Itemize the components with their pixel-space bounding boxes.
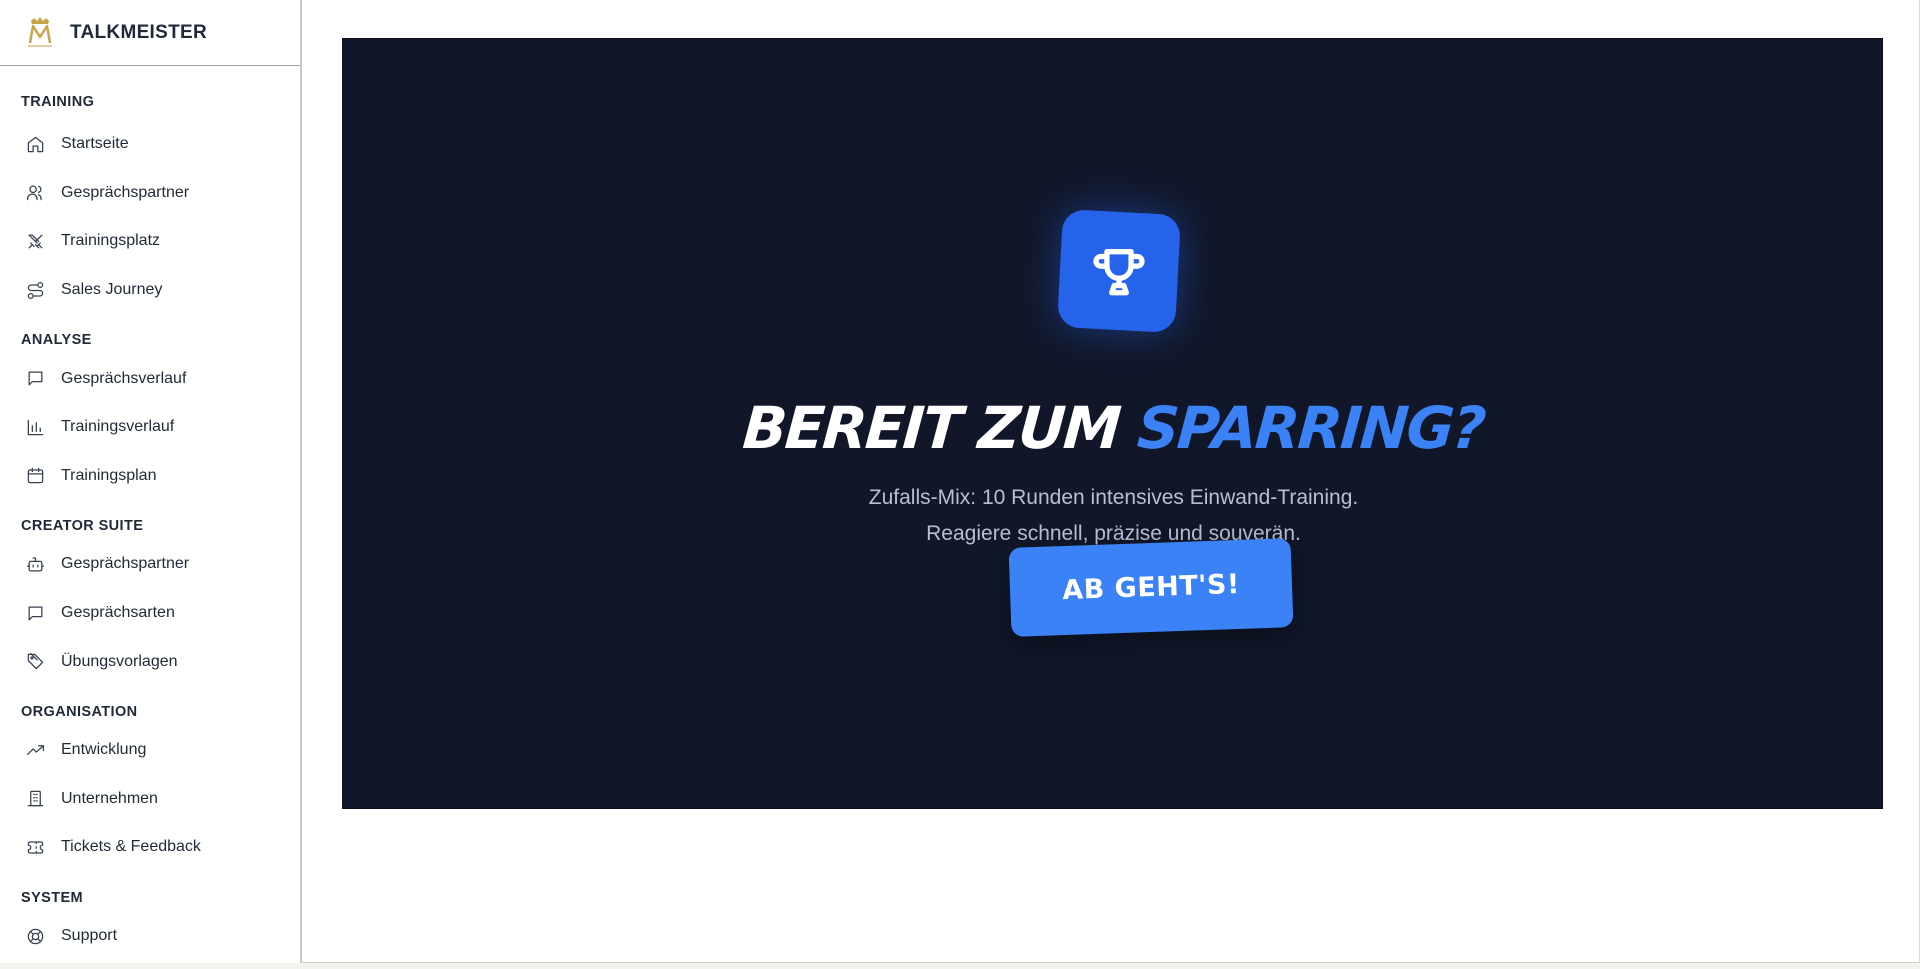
ticket-icon	[27, 841, 44, 854]
trophy-badge	[1056, 208, 1182, 334]
section-title-analyse: ANALYSE	[21, 332, 92, 349]
sidebar-item-support[interactable]: Support	[0, 912, 300, 961]
sidebar-item-label: Gesprächsverlauf	[61, 369, 187, 387]
section-title-training: TRAINING	[21, 94, 95, 110]
message-icon	[28, 606, 43, 621]
route-icon	[27, 281, 44, 299]
sidebar-item-startseite[interactable]: Startseite	[0, 120, 300, 169]
crown-m-logo	[28, 16, 52, 46]
sidebar-item-label: Tickets & Feedback	[61, 838, 201, 856]
sidebar-item-label: Sales Journey	[61, 281, 163, 299]
sidebar-item-label: Gesprächspartner	[61, 183, 190, 201]
sidebar-item-label: Gesprächspartner	[61, 555, 190, 573]
sidebar-item-label: Trainingsverlauf	[61, 418, 175, 436]
start-sparring-button[interactable]: AB GEHT'S!	[1008, 538, 1294, 637]
sidebar-item-label: Gesprächsarten	[61, 604, 175, 622]
sidebar-item-gespraechsarten[interactable]: Gesprächsarten	[0, 589, 300, 638]
sidebar-item-entwicklung[interactable]: Entwicklung	[0, 726, 300, 775]
brand-name: TALKMEISTER	[70, 21, 207, 43]
headline-part-2: SPARRING?	[1135, 394, 1487, 462]
section-title-creator-suite: CREATOR SUITE	[21, 518, 144, 535]
home-icon	[27, 136, 44, 153]
sidebar: TALKMEISTER TRAINING Startseite Gespräch…	[0, 0, 302, 963]
message-icon	[28, 371, 43, 386]
app-window: TALKMEISTER TRAINING Startseite Gespräch…	[0, 0, 1920, 963]
calendar-icon	[27, 468, 44, 484]
sidebar-nav: TRAINING Startseite Gesprächspartner Tra…	[0, 66, 300, 960]
building-icon	[27, 791, 44, 807]
sidebar-item-gespraechspartner-creator[interactable]: Gesprächspartner	[0, 540, 300, 589]
hero-description-line-1: Zufalls-Mix: 10 Runden intensives Einwan…	[868, 486, 1359, 509]
bar-chart-icon	[27, 419, 44, 436]
sidebar-item-trainingsplan[interactable]: Trainingsplan	[0, 452, 300, 501]
users-icon	[26, 185, 42, 201]
headline-part-1: BEREIT ZUM	[740, 394, 1140, 462]
sidebar-item-label: Entwicklung	[61, 741, 147, 759]
section-title-organisation: ORGANISATION	[21, 703, 138, 720]
sidebar-item-label: Startseite	[61, 135, 129, 153]
swords-icon	[28, 234, 43, 249]
sidebar-item-label: Unternehmen	[61, 789, 158, 807]
sidebar-item-label: Support	[61, 927, 118, 945]
sidebar-item-tickets-feedback[interactable]: Tickets & Feedback	[0, 823, 300, 872]
sidebar-item-sales-journey[interactable]: Sales Journey	[0, 266, 300, 315]
trending-up-icon	[26, 744, 45, 755]
hero-headline: BEREIT ZUM SPARRING?	[341, 394, 1887, 462]
sidebar-item-unternehmen[interactable]: Unternehmen	[0, 775, 300, 824]
main-content: BEREIT ZUM SPARRING? Zufalls-Mix: 10 Run…	[304, 0, 1919, 963]
tag-icon	[27, 653, 44, 670]
sidebar-item-trainingsverlauf[interactable]: Trainingsverlauf	[0, 403, 300, 452]
lifebuoy-icon	[27, 928, 44, 944]
sidebar-item-label: Übungsvorlagen	[61, 652, 178, 670]
brand-header[interactable]: TALKMEISTER	[0, 0, 300, 66]
bot-icon	[26, 557, 45, 572]
section-title-system: SYSTEM	[21, 889, 84, 906]
sidebar-item-uebungsvorlagen[interactable]: Übungsvorlagen	[0, 637, 300, 686]
trophy-icon	[1093, 249, 1145, 296]
sidebar-item-gespraechsverlauf[interactable]: Gesprächsverlauf	[0, 354, 300, 403]
sidebar-item-trainingsplatz[interactable]: Trainingsplatz	[0, 217, 300, 266]
sparring-hero-panel: BEREIT ZUM SPARRING? Zufalls-Mix: 10 Run…	[342, 38, 1883, 809]
sidebar-item-gespraechspartner[interactable]: Gesprächspartner	[0, 169, 300, 218]
sidebar-item-label: Trainingsplatz	[61, 232, 161, 250]
sidebar-item-label: Trainingsplan	[61, 466, 157, 484]
hero-description: Zufalls-Mix: 10 Runden intensives Einwan…	[343, 480, 1884, 552]
